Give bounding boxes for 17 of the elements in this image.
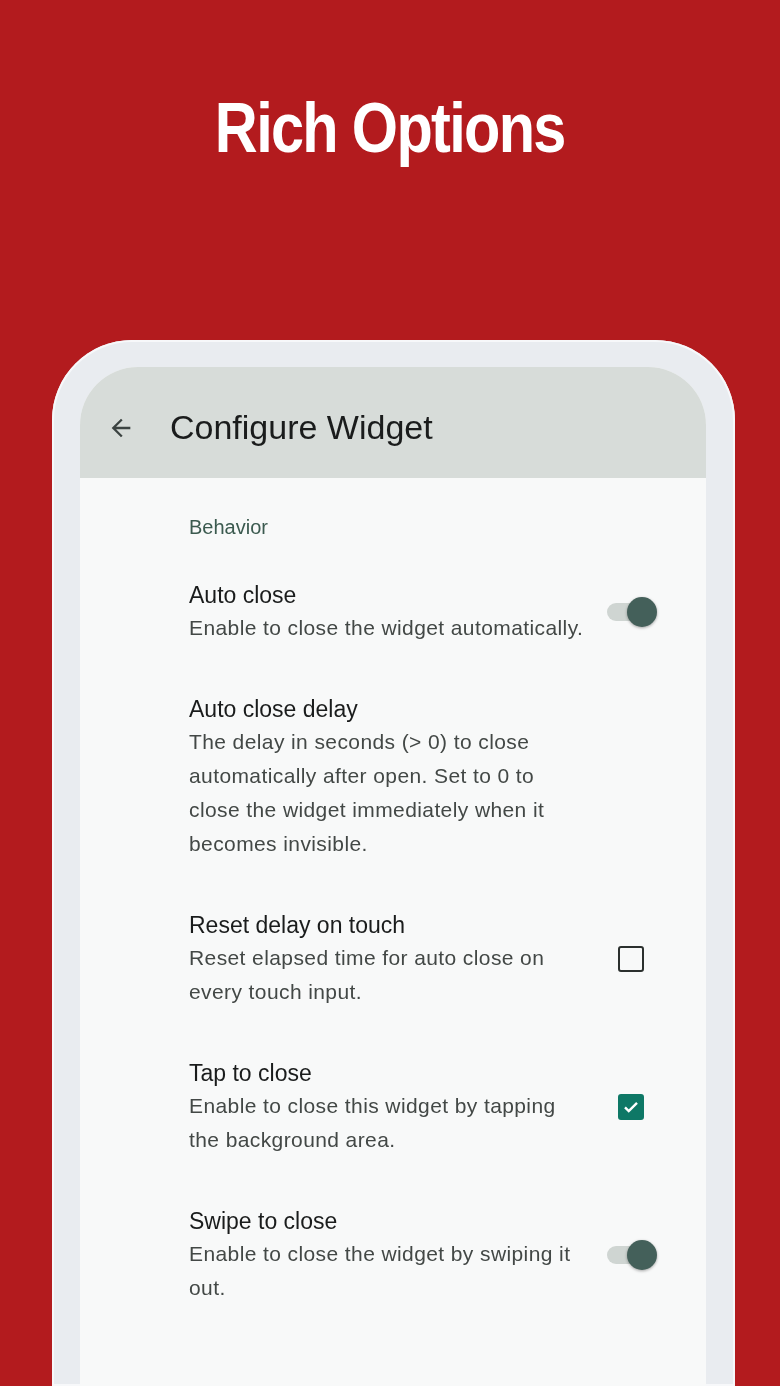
setting-title: Auto close delay bbox=[189, 695, 359, 724]
setting-description: Reset elapsed time for auto close on every touch input. bbox=[189, 945, 546, 1005]
toggle-switch[interactable] bbox=[605, 1238, 657, 1272]
setting-description: Enable to close the widget by swiping it out. bbox=[189, 1241, 572, 1301]
section-header: Behavior bbox=[189, 516, 269, 539]
setting-description: Enable to close the widget automatically. bbox=[189, 615, 585, 641]
headline: Rich Options bbox=[215, 88, 565, 169]
setting-title: Auto close bbox=[189, 581, 298, 610]
checkbox[interactable] bbox=[618, 1094, 644, 1120]
screen-title: Configure Widget bbox=[170, 408, 433, 447]
toggle-switch[interactable] bbox=[605, 595, 657, 629]
setting-description: The delay in seconds (> 0) to close automatically after open. Set to 0 to close the widget immediately when it becomes invisible. bbox=[189, 729, 546, 857]
setting-title: Reset delay on touch bbox=[189, 911, 407, 940]
setting-description: Enable to close this widget by tapping the background area. bbox=[189, 1093, 557, 1153]
setting-title: Tap to close bbox=[189, 1059, 313, 1088]
checkbox[interactable] bbox=[618, 946, 644, 972]
setting-title: Swipe to close bbox=[189, 1207, 339, 1236]
